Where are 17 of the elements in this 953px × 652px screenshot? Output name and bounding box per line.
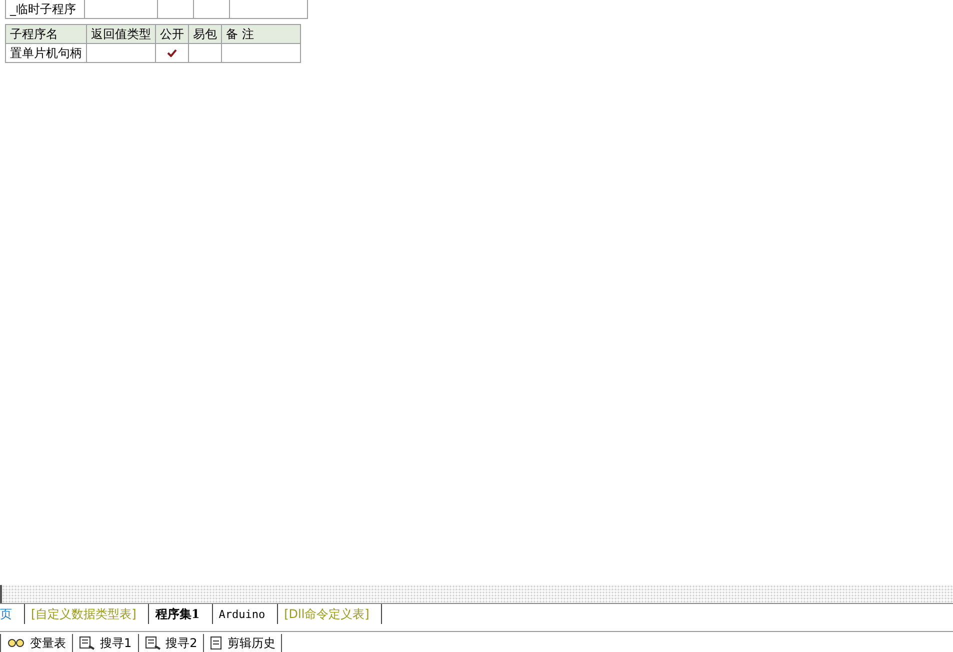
- dotted-splitter[interactable]: [0, 585, 953, 603]
- panel-tab[interactable]: 变量表: [0, 634, 72, 652]
- subroutine-name-cell: 置单片机句柄: [6, 44, 86, 62]
- check-icon: [167, 49, 177, 57]
- column-header: 易包: [188, 24, 222, 44]
- column-header: 返回值类型: [86, 24, 156, 44]
- column-header: 备 注: [222, 24, 300, 44]
- subroutine-name-cell: _临时子程序: [6, 0, 84, 18]
- column-header: 子程序名: [6, 24, 86, 44]
- editor-tab[interactable]: 页: [0, 604, 25, 624]
- panel-tab[interactable]: 搜寻1: [72, 634, 138, 652]
- glasses-icon: [7, 638, 25, 648]
- editor-tab[interactable]: Arduino: [212, 604, 278, 624]
- panel-tab[interactable]: 搜寻2: [138, 634, 204, 652]
- panel-tab[interactable]: 剪辑历史: [203, 634, 282, 652]
- editor-tab[interactable]: 程序集1: [149, 604, 213, 624]
- column-header: 公开: [156, 24, 188, 44]
